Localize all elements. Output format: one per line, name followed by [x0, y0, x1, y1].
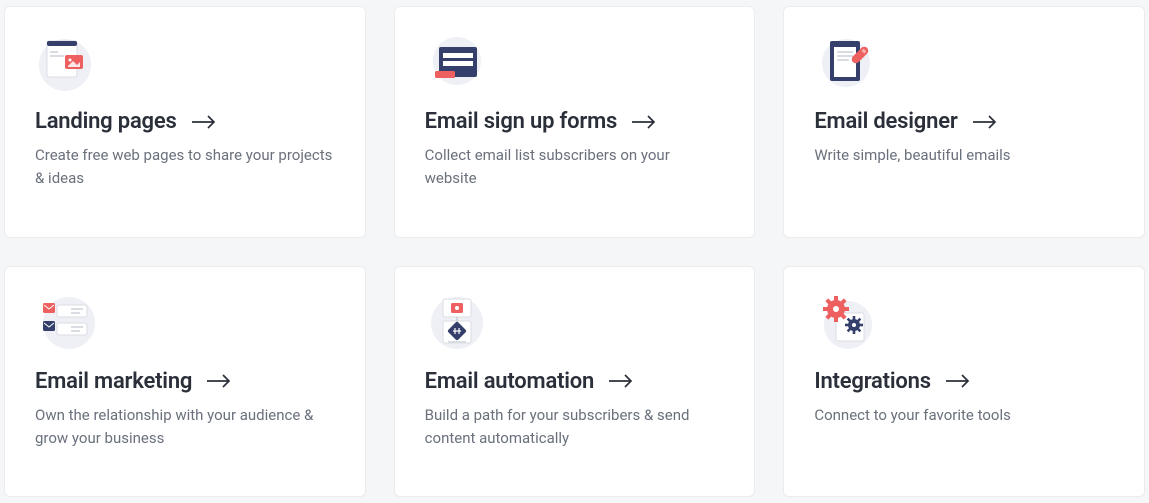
email-designer-icon: [814, 31, 878, 95]
email-marketing-icon: [35, 291, 99, 355]
card-desc: Collect email list subscribers on your w…: [425, 144, 725, 191]
feature-card-grid: Landing pages Create free web pages to s…: [4, 6, 1145, 497]
card-title: Email designer: [814, 109, 957, 134]
card-integrations[interactable]: Integrations Connect to your favorite to…: [783, 266, 1145, 498]
card-desc: Connect to your favorite tools: [814, 404, 1114, 427]
arrow-right-icon: [206, 374, 232, 388]
email-automation-icon: [425, 291, 489, 355]
card-email-marketing[interactable]: Email marketing Own the relationship wit…: [4, 266, 366, 498]
arrow-right-icon: [972, 115, 998, 129]
arrow-right-icon: [608, 374, 634, 388]
card-title-row: Email marketing: [35, 369, 337, 394]
card-landing-pages[interactable]: Landing pages Create free web pages to s…: [4, 6, 366, 238]
arrow-right-icon: [945, 374, 971, 388]
landing-pages-icon: [35, 31, 99, 95]
card-email-designer[interactable]: Email designer Write simple, beautiful e…: [783, 6, 1145, 238]
card-title-row: Email automation: [425, 369, 727, 394]
card-title: Integrations: [814, 369, 930, 394]
card-title-row: Email sign up forms: [425, 109, 727, 134]
card-desc: Create free web pages to share your proj…: [35, 144, 335, 191]
card-email-automation[interactable]: Email automation Build a path for your s…: [394, 266, 756, 498]
signup-forms-icon: [425, 31, 489, 95]
arrow-right-icon: [191, 115, 217, 129]
card-desc: Build a path for your subscribers & send…: [425, 404, 725, 451]
card-title-row: Integrations: [814, 369, 1116, 394]
card-title: Email automation: [425, 369, 594, 394]
card-email-signup-forms[interactable]: Email sign up forms Collect email list s…: [394, 6, 756, 238]
card-title: Email sign up forms: [425, 109, 617, 134]
card-title: Email marketing: [35, 369, 192, 394]
arrow-right-icon: [631, 115, 657, 129]
card-desc: Own the relationship with your audience …: [35, 404, 335, 451]
integrations-icon: [814, 291, 878, 355]
card-title-row: Email designer: [814, 109, 1116, 134]
card-title-row: Landing pages: [35, 109, 337, 134]
card-desc: Write simple, beautiful emails: [814, 144, 1114, 167]
card-title: Landing pages: [35, 109, 177, 134]
